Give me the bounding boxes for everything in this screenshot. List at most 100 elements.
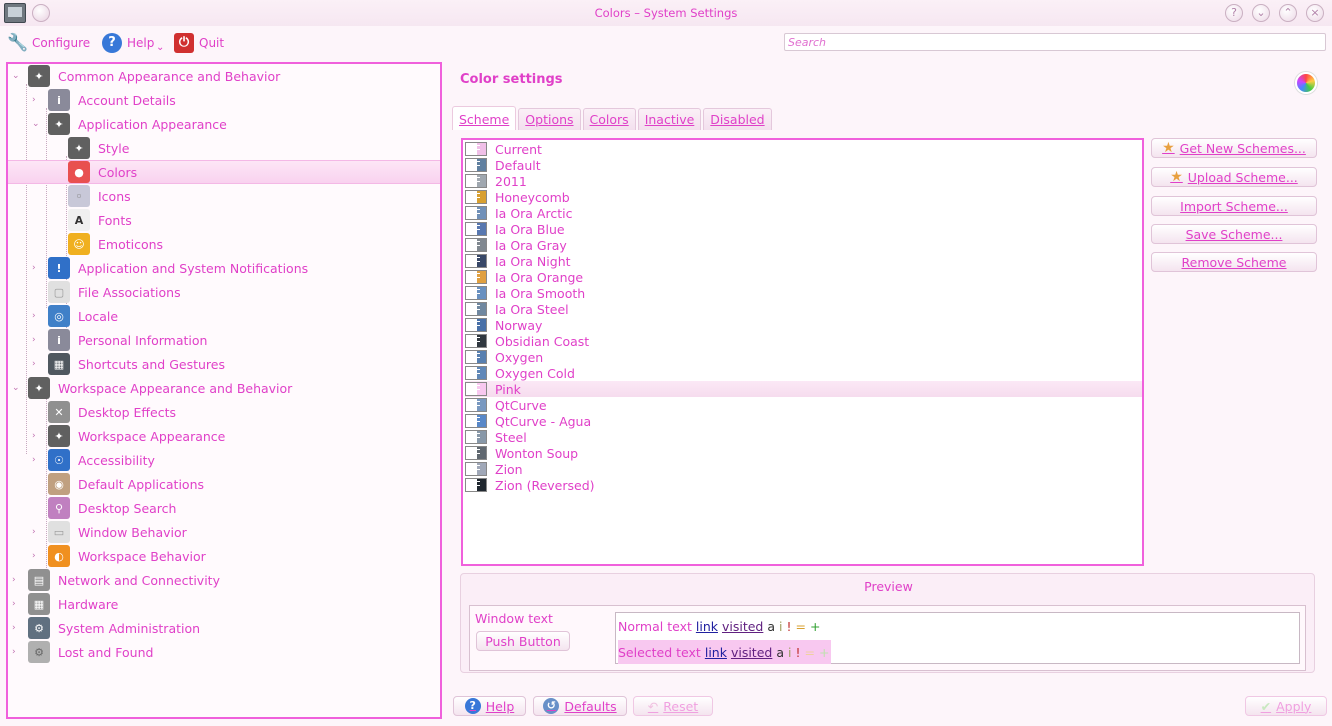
import-scheme-button[interactable]: Import Scheme...: [1151, 196, 1317, 216]
chevron-right-icon[interactable]: ›: [32, 263, 36, 273]
chevron-right-icon[interactable]: ›: [32, 95, 36, 105]
scheme-item[interactable]: Honeycomb: [465, 189, 1142, 205]
tree-item[interactable]: ⌄ ✦ Common Appearance and Behavior: [8, 64, 440, 88]
close-icon: ×: [1310, 6, 1320, 19]
chevron-down-icon[interactable]: ⌄: [12, 71, 20, 81]
tree-item[interactable]: ✕ Desktop Effects: [8, 400, 440, 424]
chevron-right-icon[interactable]: ›: [32, 455, 36, 465]
chevron-right-icon[interactable]: ›: [32, 359, 36, 369]
preview-visited-link[interactable]: visited: [722, 619, 763, 634]
tree-item[interactable]: › ◎ Locale: [8, 304, 440, 328]
chevron-right-icon[interactable]: ›: [12, 599, 16, 609]
scheme-item[interactable]: Steel: [465, 429, 1142, 445]
tab-inactive[interactable]: Inactive: [637, 108, 702, 130]
scheme-item[interactable]: Ia Ora Gray: [465, 237, 1142, 253]
tab-options[interactable]: Options: [518, 108, 581, 130]
reset-button[interactable]: ↶ Reset: [633, 696, 713, 716]
scheme-item[interactable]: Norway: [465, 317, 1142, 333]
scheme-item[interactable]: Wonton Soup: [465, 445, 1142, 461]
preview-selected-visited[interactable]: visited: [731, 645, 772, 660]
scheme-item[interactable]: Zion: [465, 461, 1142, 477]
search-input[interactable]: [784, 33, 1326, 51]
tree-item[interactable]: ◉ Default Applications: [8, 472, 440, 496]
configure-button[interactable]: 🔧 Configure: [7, 32, 90, 54]
help-menu-button[interactable]: ? Help ⌄: [102, 32, 164, 54]
chevron-right-icon[interactable]: ›: [32, 527, 36, 537]
question-icon: ?: [1231, 6, 1237, 19]
scheme-item[interactable]: Ia Ora Smooth: [465, 285, 1142, 301]
tab-scheme[interactable]: Scheme: [452, 106, 517, 130]
tree-item[interactable]: ✦ Style: [8, 136, 440, 160]
scheme-item[interactable]: Default: [465, 157, 1142, 173]
get-new-schemes-button[interactable]: ★ Get New Schemes...: [1151, 138, 1317, 158]
chevron-right-icon[interactable]: ›: [32, 335, 36, 345]
close-button[interactable]: ×: [1306, 4, 1324, 22]
network-icon: ▤: [28, 569, 50, 591]
save-scheme-button[interactable]: Save Scheme...: [1151, 224, 1317, 244]
tree-item[interactable]: ⌄ ✦ Application Appearance: [8, 112, 440, 136]
tree-item[interactable]: ● Colors: [8, 160, 440, 184]
tree-item[interactable]: › ☉ Accessibility: [8, 448, 440, 472]
tab-bar: Scheme Options Colors Inactive Disabled: [452, 106, 772, 130]
preview-link[interactable]: link: [696, 619, 718, 634]
module-tree[interactable]: ⌄ ✦ Common Appearance and Behavior › i Accoun…: [6, 62, 442, 719]
chevron-down-icon[interactable]: ⌄: [32, 119, 40, 129]
tab-colors[interactable]: Colors: [582, 108, 636, 130]
chevron-down-icon[interactable]: ⌄: [12, 383, 20, 393]
upload-scheme-button[interactable]: ★ Upload Scheme...: [1151, 167, 1317, 187]
help-button[interactable]: ? Help: [453, 696, 526, 716]
apply-button[interactable]: ✔ Apply: [1245, 696, 1327, 716]
chevron-right-icon[interactable]: ›: [12, 575, 16, 585]
tree-item[interactable]: A Fonts: [8, 208, 440, 232]
tree-item[interactable]: ◦ Icons: [8, 184, 440, 208]
defaults-button[interactable]: ↺ Defaults: [533, 696, 627, 716]
tree-item[interactable]: › ▦ Hardware: [8, 592, 440, 616]
scheme-item[interactable]: Oxygen: [465, 349, 1142, 365]
scheme-name: Zion (Reversed): [495, 477, 595, 493]
scheme-list[interactable]: Current Default 2011 Honeycomb Ia Ora Arctic…: [461, 138, 1144, 566]
wrench-icon: 🔧: [7, 33, 29, 53]
tree-item-label: File Associations: [78, 284, 181, 300]
tree-item[interactable]: › i Personal Information: [8, 328, 440, 352]
tree-item[interactable]: › ▤ Network and Connectivity: [8, 568, 440, 592]
tree-item[interactable]: › ◐ Workspace Behavior: [8, 544, 440, 568]
tree-item[interactable]: ⌄ ✦ Workspace Appearance and Behavior: [8, 376, 440, 400]
chevron-right-icon[interactable]: ›: [12, 623, 16, 633]
scheme-item[interactable]: QtCurve: [465, 397, 1142, 413]
remove-scheme-button[interactable]: Remove Scheme: [1151, 252, 1317, 272]
tree-item[interactable]: › ⚙ System Administration: [8, 616, 440, 640]
tree-item[interactable]: ⚲ Desktop Search: [8, 496, 440, 520]
chevron-right-icon[interactable]: ›: [32, 431, 36, 441]
quit-button[interactable]: ⏻ Quit: [174, 32, 224, 54]
help-window-button[interactable]: ?: [1225, 4, 1243, 22]
tree-item[interactable]: › ▭ Window Behavior: [8, 520, 440, 544]
tree-item[interactable]: › ✦ Workspace Appearance: [8, 424, 440, 448]
scheme-item[interactable]: Zion (Reversed): [465, 477, 1142, 493]
scheme-item[interactable]: Ia Ora Orange: [465, 269, 1142, 285]
scheme-item[interactable]: Ia Ora Blue: [465, 221, 1142, 237]
tree-item[interactable]: ▢ File Associations: [8, 280, 440, 304]
chevron-right-icon[interactable]: ›: [32, 551, 36, 561]
scheme-item[interactable]: Ia Ora Steel: [465, 301, 1142, 317]
tree-item[interactable]: › ▦ Shortcuts and Gestures: [8, 352, 440, 376]
tree-item[interactable]: ☺ Emoticons: [8, 232, 440, 256]
scheme-item[interactable]: Oxygen Cold: [465, 365, 1142, 381]
preview-push-button[interactable]: Push Button: [476, 631, 570, 651]
chevron-right-icon[interactable]: ›: [12, 647, 16, 657]
scheme-item[interactable]: Pink: [465, 381, 1142, 397]
scheme-item[interactable]: QtCurve - Agua: [465, 413, 1142, 429]
tree-item-label: Personal Information: [78, 332, 208, 348]
scheme-item[interactable]: Current: [465, 141, 1142, 157]
tab-disabled[interactable]: Disabled: [703, 108, 772, 130]
tree-item[interactable]: › i Account Details: [8, 88, 440, 112]
scheme-item[interactable]: Obsidian Coast: [465, 333, 1142, 349]
scheme-item[interactable]: 2011: [465, 173, 1142, 189]
preview-selected-link[interactable]: link: [705, 645, 727, 660]
maximize-button[interactable]: ⌃: [1279, 4, 1297, 22]
scheme-item[interactable]: Ia Ora Night: [465, 253, 1142, 269]
tree-item[interactable]: › ⚙ Lost and Found: [8, 640, 440, 664]
scheme-item[interactable]: Ia Ora Arctic: [465, 205, 1142, 221]
tree-item[interactable]: ›! Application and System Notifications: [8, 256, 440, 280]
minimize-button[interactable]: ⌄: [1252, 4, 1270, 22]
chevron-right-icon[interactable]: ›: [32, 311, 36, 321]
